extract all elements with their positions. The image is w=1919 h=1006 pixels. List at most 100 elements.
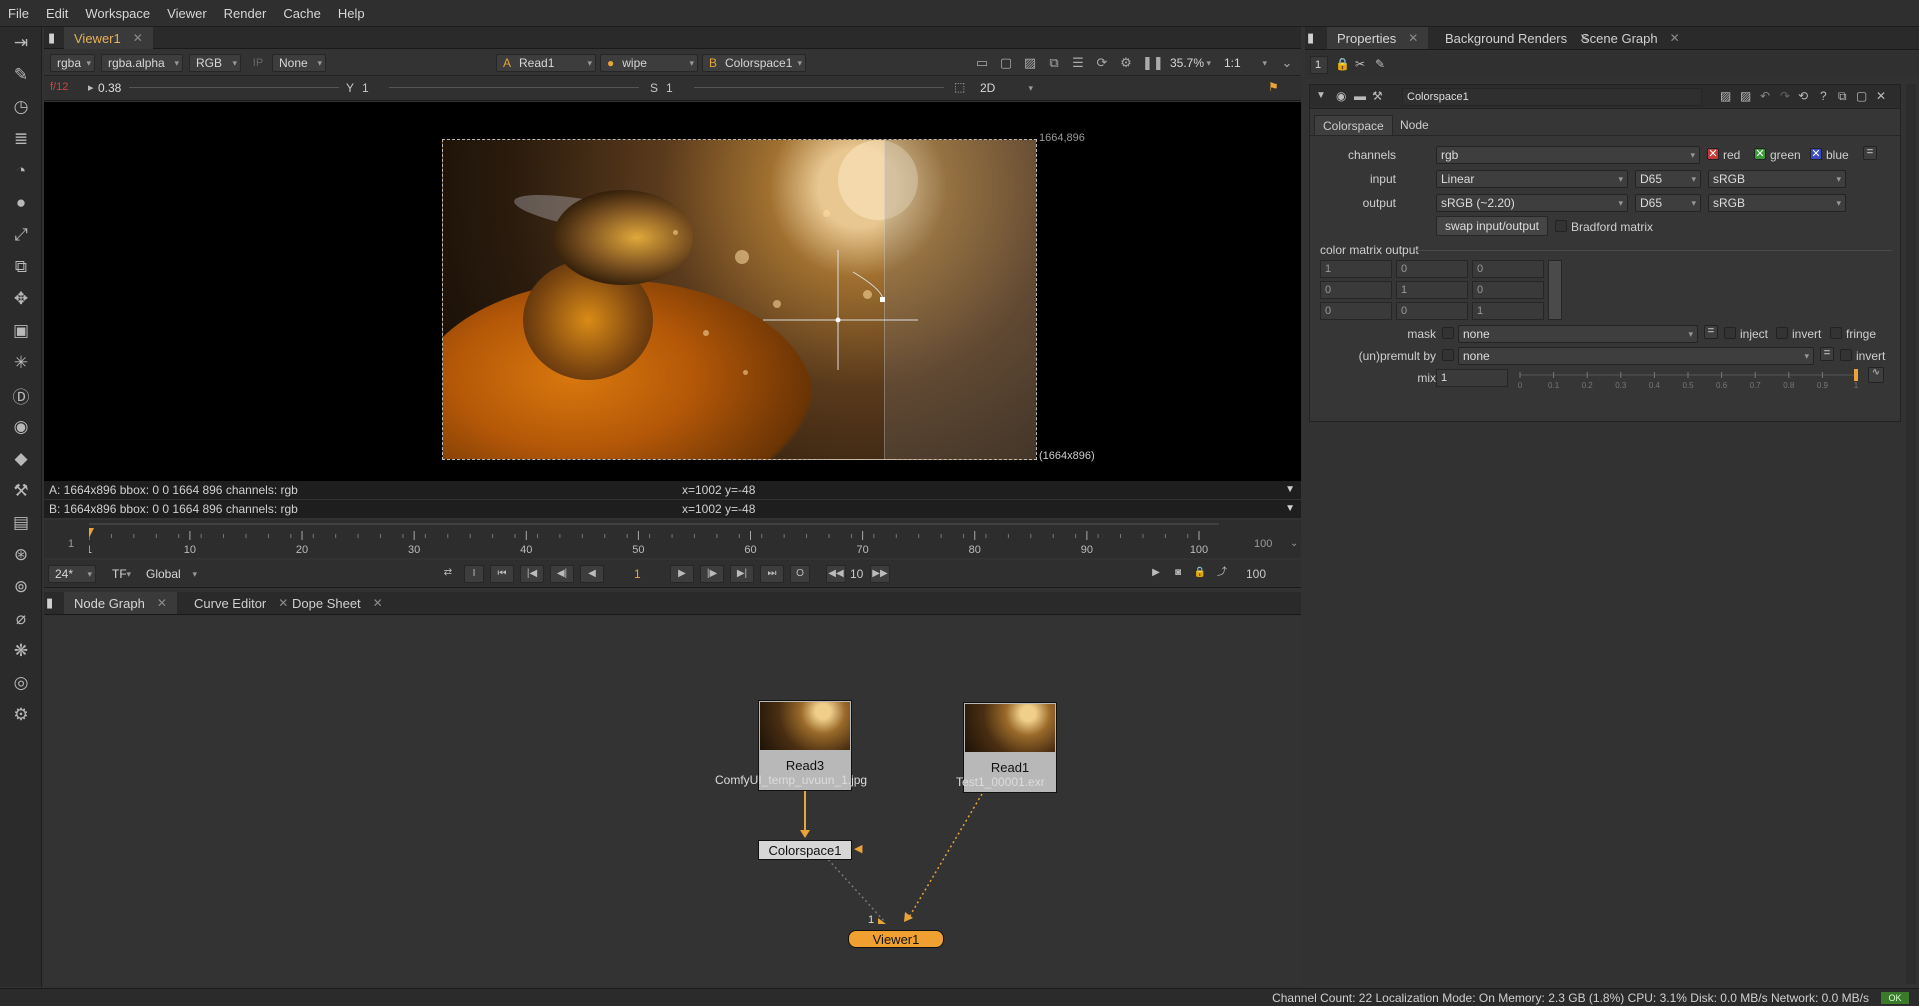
menu-viewer[interactable]: Viewer (167, 6, 207, 21)
timeline[interactable]: 1 1 10 20 30 40 50 60 70 80 90 100 100 ⌄ (44, 520, 1301, 558)
settings-gear-icon[interactable]: ⚙ (1118, 55, 1134, 71)
subtab-node[interactable]: Node (1392, 115, 1437, 135)
gamma-value[interactable]: 1 (362, 81, 369, 95)
properties-scrollbar[interactable] (1906, 84, 1916, 984)
premult-checkbox[interactable] (1442, 349, 1454, 361)
pane-menu-icon[interactable]: ▮ (48, 27, 60, 49)
chevron-down-icon[interactable]: ▼ (1285, 481, 1295, 499)
frame-display[interactable]: f/12 (50, 81, 68, 93)
channels-dropdown[interactable]: rgb (1436, 146, 1700, 164)
current-frame[interactable]: 1 (634, 567, 641, 581)
mix-slider-handle[interactable] (1854, 369, 1858, 381)
first-frame-icon[interactable]: ⏮ (490, 565, 514, 583)
close-icon[interactable]: ✕ (1670, 31, 1680, 45)
skip-forward-icon[interactable]: ▶▶ (870, 565, 890, 583)
mix-field[interactable]: 1 (1436, 369, 1508, 387)
gizmo-icon[interactable]: ⊚ (0, 571, 42, 603)
chevron-down-icon[interactable]: ⌄ (1279, 55, 1295, 71)
skip-step[interactable]: 10 (850, 567, 863, 581)
tab-node-graph[interactable]: Node Graph ✕ (64, 592, 177, 614)
input-primaries-dropdown[interactable]: sRGB (1708, 170, 1846, 188)
tab-properties[interactable]: Properties ✕ (1327, 27, 1429, 49)
input-transfer-dropdown[interactable]: Linear (1436, 170, 1628, 188)
refresh-icon[interactable]: ⟳ (1094, 55, 1110, 71)
particles-icon[interactable]: ✳ (0, 347, 42, 379)
menu-cache[interactable]: Cache (283, 6, 321, 21)
mask-checkbox[interactable] (1442, 327, 1454, 339)
float-icon[interactable]: ⧉ (1838, 89, 1847, 104)
premult-dropdown[interactable]: none (1458, 347, 1814, 365)
matrix-cell[interactable]: 0 (1396, 302, 1468, 320)
ratio-dropdown[interactable]: 1:1 (1218, 54, 1270, 72)
subtab-colorspace[interactable]: Colorspace (1314, 115, 1393, 135)
pane-menu-icon[interactable]: ▮ (1307, 27, 1319, 49)
pencil-icon[interactable]: ✎ (1375, 57, 1385, 71)
chevron-down-icon[interactable]: ▼ (1285, 500, 1295, 518)
playhead-marker[interactable] (89, 528, 94, 538)
alpha-dropdown[interactable]: rgba.alpha (101, 54, 183, 72)
redo-icon[interactable]: ↷ (1780, 89, 1790, 103)
green-checkbox[interactable]: ✕ (1754, 148, 1766, 160)
tool-icon[interactable]: ⚒ (1372, 89, 1383, 103)
undo-icon[interactable]: ↶ (1760, 89, 1770, 103)
swap-input-output-button[interactable]: swap input/output (1436, 216, 1548, 236)
settings-icon[interactable]: ⚙ (0, 699, 42, 731)
wipe-handle[interactable] (443, 140, 1037, 460)
menu-render[interactable]: Render (224, 6, 267, 21)
overlay-icon[interactable]: ⧉ (1046, 55, 1062, 71)
proxy-icon[interactable]: ☰ (1070, 55, 1086, 71)
color-icon[interactable]: ◔ (0, 155, 42, 187)
capture-icon[interactable]: ◙ (1168, 565, 1188, 583)
flipbook-icon[interactable]: ▶ (1146, 565, 1166, 583)
matrix-cell[interactable]: 0 (1472, 281, 1544, 299)
in-point-icon[interactable]: I (464, 565, 484, 583)
toolsets-icon[interactable]: ⚒ (0, 475, 42, 507)
channels-menu-icon[interactable]: = (1863, 146, 1877, 160)
menu-file[interactable]: File (8, 6, 29, 21)
revert-icon[interactable]: ⟲ (1798, 89, 1808, 103)
gain-value[interactable]: 0.38 (98, 81, 121, 95)
lut-dropdown[interactable]: None (272, 54, 326, 72)
channel-icon[interactable]: ≣ (0, 123, 42, 155)
output-transfer-dropdown[interactable]: sRGB (~2.20) (1436, 194, 1628, 212)
saturation-slider[interactable] (694, 87, 944, 88)
timeline-ruler[interactable]: 1 10 20 30 40 50 60 70 80 90 100 (89, 520, 1219, 558)
collapse-icon[interactable]: ▼ (1316, 90, 1326, 101)
safe-area-icon[interactable]: ▢ (998, 55, 1014, 71)
close-icon[interactable]: ✕ (1408, 31, 1418, 45)
gamma-slider[interactable] (389, 87, 639, 88)
pane-menu-icon[interactable]: ▮ (46, 592, 58, 614)
input-illuminant-dropdown[interactable]: D65 (1635, 170, 1701, 188)
camera-icon[interactable]: ▬ (1354, 89, 1366, 103)
output-primaries-dropdown[interactable]: sRGB (1708, 194, 1846, 212)
max-panels-field[interactable]: 1 (1310, 56, 1328, 74)
colorspace-dropdown[interactable]: RGB (189, 54, 241, 72)
blue-checkbox[interactable]: ✕ (1810, 148, 1822, 160)
prev-keyframe-icon[interactable]: |◀ (520, 565, 544, 583)
stripes-icon[interactable]: ▨ (1022, 55, 1038, 71)
paint-icon[interactable]: ✎ (0, 59, 42, 91)
matrix-scrollbar[interactable] (1548, 260, 1562, 320)
end-frame[interactable]: 100 (1246, 567, 1266, 581)
input-b-dropdown[interactable]: B Colorspace1 (702, 54, 806, 72)
gain-slider[interactable] (129, 87, 339, 88)
bradford-checkbox[interactable] (1555, 220, 1567, 232)
cache-icon[interactable]: ◎ (0, 667, 42, 699)
nodes-icon[interactable]: ❋ (0, 635, 42, 667)
zoom-dropdown[interactable]: 35.7% (1164, 54, 1214, 72)
prev-frame-icon[interactable]: ◀| (550, 565, 574, 583)
matrix-cell[interactable]: 1 (1396, 281, 1468, 299)
last-frame-icon[interactable]: ⏭ (760, 565, 784, 583)
matrix-cell[interactable]: 1 (1320, 260, 1392, 278)
mask-dropdown[interactable]: none (1458, 325, 1698, 343)
region-icon[interactable]: ⬚ (954, 80, 965, 94)
lock-icon[interactable]: 🔒 (1335, 57, 1350, 71)
viewer-icon[interactable]: ⇥ (0, 27, 42, 59)
menu-help[interactable]: Help (338, 6, 365, 21)
deep-icon[interactable]: Ⓓ (0, 379, 42, 411)
premult-menu-icon[interactable]: = (1820, 347, 1834, 361)
maximize-icon[interactable]: ▢ (1856, 89, 1867, 103)
furnace-icon[interactable]: ⊛ (0, 539, 42, 571)
fringe-checkbox[interactable] (1830, 327, 1842, 339)
red-checkbox[interactable]: ✕ (1707, 148, 1719, 160)
